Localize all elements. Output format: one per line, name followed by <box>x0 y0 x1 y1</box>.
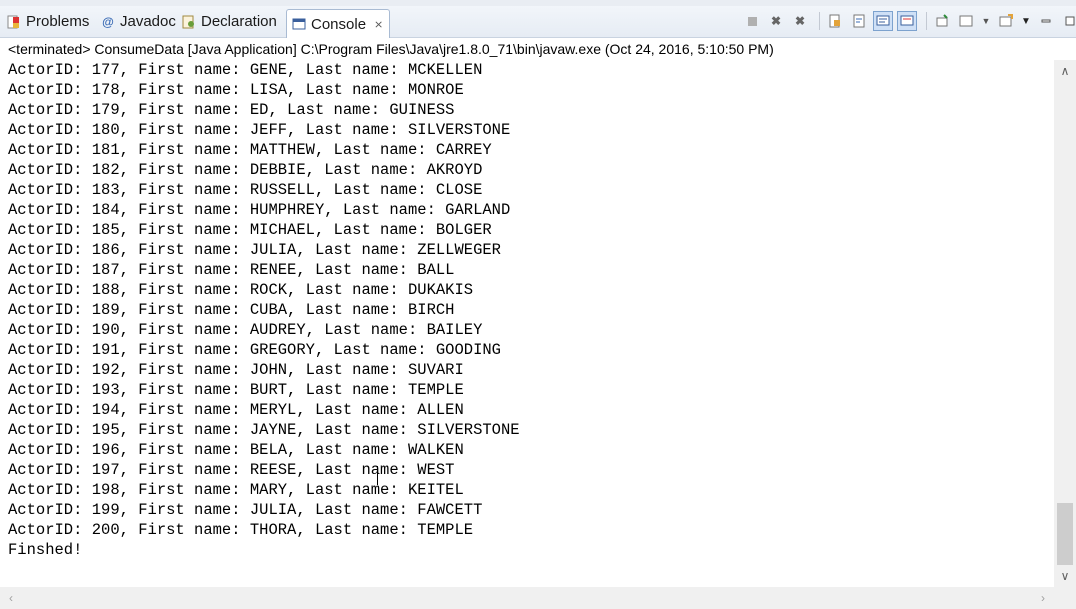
console-line: ActorID: 193, First name: BURT, Last nam… <box>8 381 464 399</box>
show-console-on-stdout-icon[interactable] <box>873 11 893 31</box>
text-caret <box>377 466 378 485</box>
console-line: ActorID: 190, First name: AUDREY, Last n… <box>8 321 483 339</box>
scroll-lock-icon[interactable] <box>825 11 845 31</box>
display-selected-console-icon[interactable] <box>956 11 976 31</box>
remove-launch-icon[interactable]: ✖ <box>766 11 786 31</box>
console-line: ActorID: 194, First name: MERYL, Last na… <box>8 401 464 419</box>
tab-label: Problems <box>26 13 90 30</box>
console-line: ActorID: 180, First name: JEFF, Last nam… <box>8 121 511 139</box>
console-line: ActorID: 185, First name: MICHAEL, Last … <box>8 221 492 239</box>
chevron-right-icon[interactable]: › <box>1032 587 1054 609</box>
word-wrap-icon[interactable] <box>849 11 869 31</box>
declaration-icon <box>181 14 197 30</box>
chevron-down-icon[interactable]: ∨ <box>1054 565 1076 587</box>
console-line: ActorID: 199, First name: JULIA, Last na… <box>8 501 483 519</box>
console-line: ActorID: 186, First name: JULIA, Last na… <box>8 241 501 259</box>
console-output[interactable]: ActorID: 177, First name: GENE, Last nam… <box>0 60 1054 587</box>
launch-status-line: <terminated> ConsumeData [Java Applicati… <box>0 38 1076 60</box>
tab-label: Declaration <box>201 13 277 30</box>
console-line: ActorID: 177, First name: GENE, Last nam… <box>8 61 483 79</box>
console-line: ActorID: 178, First name: LISA, Last nam… <box>8 81 464 99</box>
minimize-icon[interactable] <box>1036 11 1056 31</box>
chevron-down-icon[interactable]: ▼ <box>980 11 992 31</box>
console-icon <box>291 16 307 32</box>
console-line: ActorID: 192, First name: JOHN, Last nam… <box>8 361 464 379</box>
console-line: ActorID: 198, First name: MARY, Last nam… <box>8 481 464 499</box>
toolbar-separator <box>819 12 820 30</box>
close-icon[interactable]: ⨯ <box>374 18 383 31</box>
scrollbar-corner <box>1054 587 1076 609</box>
console-line: ActorID: 182, First name: DEBBIE, Last n… <box>8 161 483 179</box>
remove-all-terminated-icon[interactable]: ✖ <box>790 11 810 31</box>
console-toolbar: ✖ ✖ ▼ ▼ <box>742 11 1076 31</box>
vertical-scrollbar[interactable]: ∧ ∨ <box>1054 60 1076 587</box>
pin-console-icon[interactable] <box>932 11 952 31</box>
console-line: ActorID: 196, First name: BELA, Last nam… <box>8 441 464 459</box>
chevron-up-icon[interactable]: ∧ <box>1054 60 1076 82</box>
view-tab-bar: Problems @ Javadoc Declaration Console ⨯… <box>0 0 1076 38</box>
console-line: ActorID: 184, First name: HUMPHREY, Last… <box>8 201 511 219</box>
console-line: ActorID: 183, First name: RUSSELL, Last … <box>8 181 483 199</box>
maximize-icon[interactable] <box>1060 11 1076 31</box>
view-menu-icon[interactable]: ▼ <box>1020 11 1032 31</box>
horizontal-scrollbar[interactable]: ‹ › <box>0 587 1054 609</box>
terminate-icon[interactable] <box>742 11 762 31</box>
chevron-left-icon[interactable]: ‹ <box>0 587 22 609</box>
tab-label: Javadoc <box>120 13 176 30</box>
toolbar-separator <box>926 12 927 30</box>
console-line: ActorID: 179, First name: ED, Last name:… <box>8 101 455 119</box>
scrollbar-thumb[interactable] <box>1057 503 1073 565</box>
console-line: ActorID: 181, First name: MATTHEW, Last … <box>8 141 492 159</box>
at-icon: @ <box>102 14 114 29</box>
console-line: ActorID: 188, First name: ROCK, Last nam… <box>8 281 474 299</box>
console-line: ActorID: 197, First name: REESE, Last na… <box>8 461 455 479</box>
tab-console[interactable]: Console ⨯ <box>286 9 391 38</box>
open-console-icon[interactable] <box>996 11 1016 31</box>
tab-bar-top-strip <box>0 0 1076 6</box>
tab-declaration[interactable]: Declaration <box>181 8 277 35</box>
console-line: ActorID: 195, First name: JAYNE, Last na… <box>8 421 520 439</box>
show-console-on-stderr-icon[interactable] <box>897 11 917 31</box>
console-line: ActorID: 191, First name: GREGORY, Last … <box>8 341 501 359</box>
problems-icon <box>6 14 22 30</box>
tab-problems[interactable]: Problems <box>6 8 89 35</box>
console-line: ActorID: 187, First name: RENEE, Last na… <box>8 261 455 279</box>
console-line: ActorID: 200, First name: THORA, Last na… <box>8 521 474 539</box>
console-line: ActorID: 189, First name: CUBA, Last nam… <box>8 301 455 319</box>
console-line: Finshed! <box>8 541 83 559</box>
tab-javadoc[interactable]: @ Javadoc <box>100 8 176 35</box>
tab-label: Console <box>311 15 367 33</box>
